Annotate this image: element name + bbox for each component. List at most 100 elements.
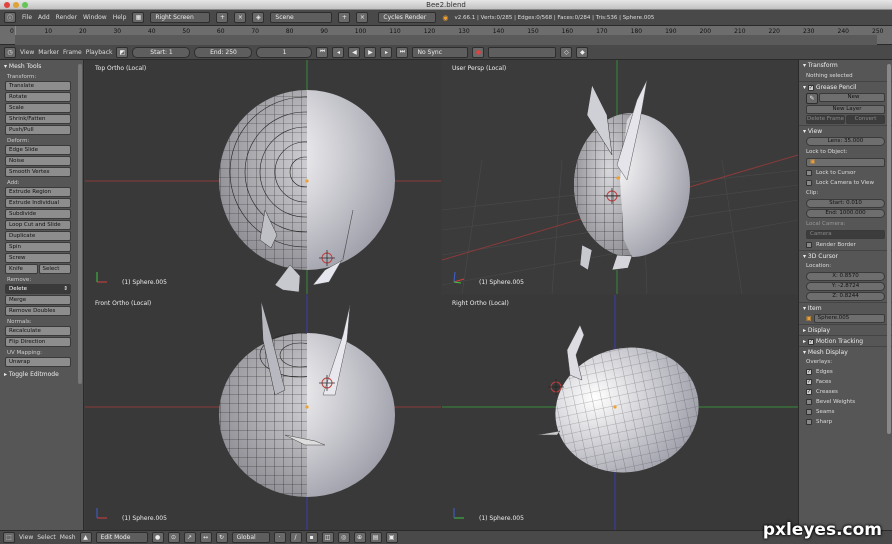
- display-panel-header[interactable]: ▸ Display: [799, 324, 892, 335]
- opengl-render-icon[interactable]: ▣: [385, 532, 398, 543]
- viewport-shading-icon[interactable]: ●: [151, 532, 164, 543]
- keyframe-delete-icon[interactable]: ◆: [576, 46, 589, 58]
- next-key-icon[interactable]: ▸: [380, 46, 393, 58]
- item-name-field[interactable]: Sphere.005: [813, 314, 885, 323]
- end-frame-field[interactable]: End: 250: [194, 46, 253, 58]
- rotate-manipulator-icon[interactable]: ↻: [215, 532, 228, 543]
- grease-new-button[interactable]: New: [819, 93, 885, 102]
- play-reverse-icon[interactable]: ◀: [348, 46, 361, 58]
- render-preview-icon[interactable]: ▤: [369, 532, 382, 543]
- merge-button[interactable]: Merge: [5, 295, 71, 305]
- knife-select-button[interactable]: Select: [38, 264, 71, 274]
- minimize-window-icon[interactable]: [13, 2, 19, 8]
- scale-button[interactable]: Scale: [5, 103, 71, 113]
- prev-key-icon[interactable]: ◂: [332, 46, 345, 58]
- translate-button[interactable]: Translate: [5, 81, 71, 91]
- add-screen-button[interactable]: +: [216, 12, 229, 23]
- item-panel-header[interactable]: ▾ Item: [799, 302, 892, 313]
- timeline-editor-icon[interactable]: ◷: [4, 46, 16, 58]
- jump-end-icon[interactable]: ⏭: [396, 46, 409, 58]
- timeline-ruler[interactable]: 0 10 20 30 40 50 60 70 80 90 100 110 120 130 140 150 160…: [0, 26, 892, 45]
- orientation-select[interactable]: Global: [231, 532, 270, 543]
- edge-slide-button[interactable]: Edge Slide: [5, 145, 71, 155]
- menu-playback[interactable]: Playback: [86, 49, 113, 56]
- jump-start-icon[interactable]: ⏮: [316, 46, 329, 58]
- edges-checkbox[interactable]: ✓: [806, 369, 812, 375]
- faces-option[interactable]: ✓ Faces: [799, 377, 892, 387]
- clip-start-field[interactable]: Start: 0.010: [806, 199, 885, 208]
- cursor-z-field[interactable]: Z: 0.8244: [806, 292, 885, 301]
- mesh-display-header[interactable]: ▾ Mesh Display: [799, 346, 892, 357]
- tool-shelf-scrollbar[interactable]: [78, 64, 82, 384]
- shrink-fatten-button[interactable]: Shrink/Fatten: [5, 114, 71, 124]
- pivot-point-icon[interactable]: ⊙: [167, 532, 180, 543]
- unwrap-button[interactable]: Unwrap: [5, 357, 71, 367]
- loop-cut-slide-button[interactable]: Loop Cut and Slide: [5, 220, 71, 230]
- lens-field[interactable]: Lens: 35.000: [806, 137, 885, 146]
- edges-option[interactable]: ✓ Edges: [799, 367, 892, 377]
- menu-mesh[interactable]: Mesh: [60, 534, 76, 541]
- lock-cursor-checkbox[interactable]: [806, 170, 812, 176]
- menu-render[interactable]: Render: [56, 14, 77, 21]
- menu-frame[interactable]: Frame: [63, 49, 82, 56]
- seams-option[interactable]: Seams: [799, 407, 892, 417]
- mesh-tools-heading[interactable]: ▾ Mesh Tools: [0, 60, 83, 72]
- delete-frame-button[interactable]: Delete Frame: [806, 115, 845, 124]
- remove-doubles-button[interactable]: Remove Doubles: [5, 306, 71, 316]
- translate-manipulator-icon[interactable]: ↔: [199, 532, 212, 543]
- scene-icon[interactable]: ◈: [252, 12, 265, 23]
- manipulator-icon[interactable]: ↗: [183, 532, 196, 543]
- motion-tracking-header[interactable]: ▸ ✓ Motion Tracking: [799, 335, 892, 346]
- render-border-checkbox[interactable]: [806, 242, 812, 248]
- screen-layout-field[interactable]: Right Screen: [150, 12, 211, 23]
- viewport-front-ortho[interactable]: Front Ortho (Local) (1) Sphere.005: [85, 295, 441, 530]
- cursor-y-field[interactable]: Y: -2.8724: [806, 282, 885, 291]
- remove-scene-button[interactable]: ×: [356, 12, 369, 23]
- menu-select[interactable]: Select: [37, 534, 56, 541]
- extrude-region-button[interactable]: Extrude Region: [5, 187, 71, 197]
- sync-mode-select[interactable]: No Sync: [412, 46, 469, 58]
- smooth-vertex-button[interactable]: Smooth Vertex: [5, 167, 71, 177]
- properties-scrollbar[interactable]: [887, 64, 891, 434]
- duplicate-button[interactable]: Duplicate: [5, 231, 71, 241]
- zoom-window-icon[interactable]: [22, 2, 28, 8]
- menu-file[interactable]: File: [22, 14, 32, 21]
- preview-range-icon[interactable]: ◩: [116, 46, 129, 58]
- recalculate-button[interactable]: Recalculate: [5, 326, 71, 336]
- convert-button[interactable]: Convert: [846, 115, 885, 124]
- proportional-edit-icon[interactable]: ◎: [337, 532, 350, 543]
- menu-view-timeline[interactable]: View: [20, 49, 34, 56]
- bevel-weights-option[interactable]: Bevel Weights: [799, 397, 892, 407]
- close-window-icon[interactable]: [4, 2, 10, 8]
- grease-pencil-header[interactable]: ▾ ✓ Grease Pencil: [799, 81, 892, 92]
- toggle-editmode-heading[interactable]: ▸ Toggle Editmode: [0, 368, 83, 380]
- vertex-select-icon[interactable]: ·: [273, 532, 286, 543]
- 3d-view-editor-icon[interactable]: ⬚: [3, 532, 15, 543]
- lock-camera-checkbox[interactable]: [806, 180, 812, 186]
- snap-icon[interactable]: ⊕: [353, 532, 366, 543]
- add-scene-button[interactable]: +: [338, 12, 351, 23]
- push-pull-button[interactable]: Push/Pull: [5, 125, 71, 135]
- motion-tracking-checkbox[interactable]: ✓: [807, 339, 814, 345]
- play-icon[interactable]: ▶: [364, 46, 377, 58]
- viewport-user-persp[interactable]: User Persp (Local) (1) Sphere.005: [442, 60, 798, 294]
- screen-layout-icon[interactable]: ▦: [132, 12, 145, 23]
- new-layer-button[interactable]: New Layer: [806, 105, 885, 114]
- scene-field[interactable]: Scene: [270, 12, 333, 23]
- clip-end-field[interactable]: End: 1000.000: [806, 209, 885, 218]
- keyframe-insert-icon[interactable]: ◇: [560, 46, 573, 58]
- limit-selection-icon[interactable]: ◫: [321, 532, 334, 543]
- faces-checkbox[interactable]: ✓: [806, 379, 812, 385]
- keying-set-field[interactable]: [488, 46, 557, 58]
- sharp-checkbox[interactable]: [806, 419, 812, 425]
- lock-cursor-option[interactable]: Lock to Cursor: [799, 168, 892, 178]
- seams-checkbox[interactable]: [806, 409, 812, 415]
- start-frame-field[interactable]: Start: 1: [132, 46, 191, 58]
- face-select-icon[interactable]: ▪: [305, 532, 318, 543]
- grease-pencil-checkbox[interactable]: ✓: [807, 85, 814, 91]
- lock-object-field[interactable]: ▣: [806, 158, 885, 167]
- bevel-weights-checkbox[interactable]: [806, 399, 812, 405]
- menu-help[interactable]: Help: [113, 14, 127, 21]
- camera-field[interactable]: Camera: [806, 230, 885, 239]
- menu-view[interactable]: View: [19, 534, 33, 541]
